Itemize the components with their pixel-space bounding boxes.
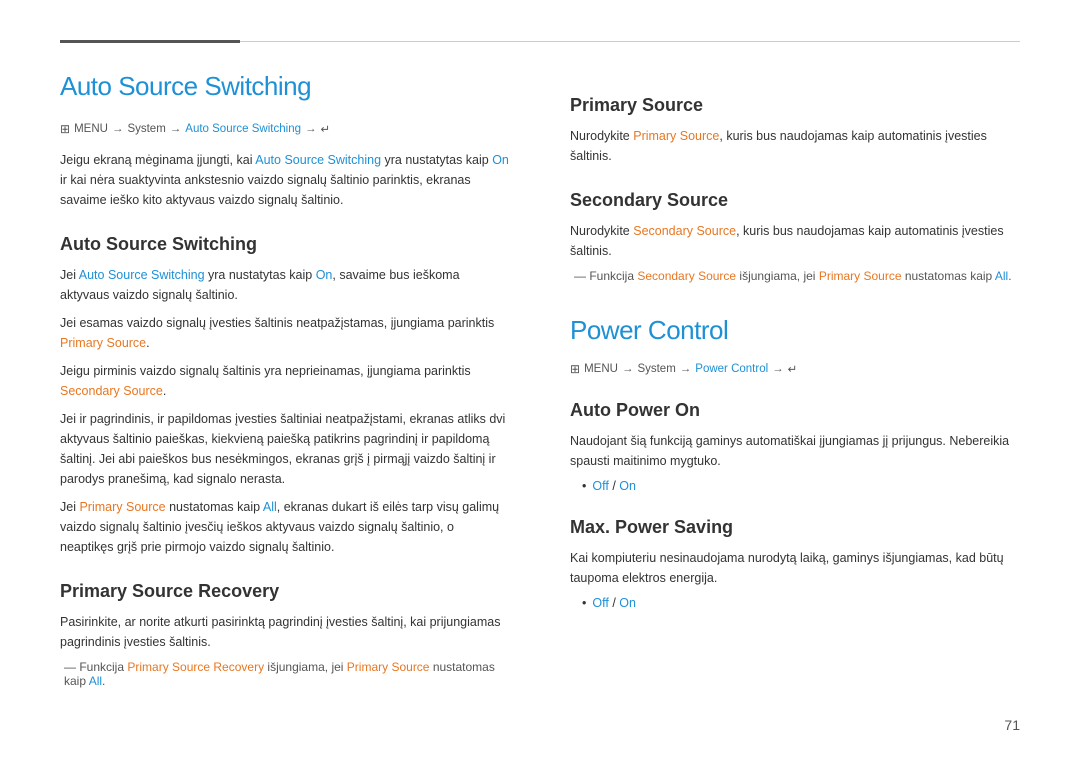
primary-source-link: Primary Source (633, 129, 719, 143)
auto-link-primary2: Primary Source (79, 500, 165, 514)
auto-link1: Auto Source Switching (79, 268, 205, 282)
col-left: Auto Source Switching ⊞ MENU → System → … (60, 71, 510, 723)
intro-link-auto: Auto Source Switching (255, 153, 381, 167)
secondary-link1: Secondary Source (637, 269, 736, 283)
secondary-source-para1: Nurodykite Secondary Source, kuris bus n… (570, 221, 1020, 261)
max-power-saving-list: Off / On (582, 596, 1020, 610)
page-container: Auto Source Switching ⊞ MENU → System → … (0, 0, 1080, 763)
divider-dark (60, 40, 240, 43)
auto-power-on-bullet: Off / On (582, 479, 1020, 493)
primary-recovery-para1: Pasirinkite, ar norite atkurti pasirinkt… (60, 612, 510, 652)
auto-link-all1: All (263, 500, 277, 514)
menu-icon-right: ⊞ (570, 362, 580, 376)
max-power-saving-para1: Kai kompiuteriu nesinaudojama nurodytą l… (570, 548, 1020, 588)
primary-source-para1: Nurodykite Primary Source, kuris bus nau… (570, 126, 1020, 166)
recovery-link1: Primary Source Recovery (127, 660, 264, 674)
secondary-source-heading: Secondary Source (570, 190, 1020, 211)
max-power-saving-bullet: Off / On (582, 596, 1020, 610)
menu-path-left: ⊞ MENU → System → Auto Source Switching … (60, 122, 510, 136)
auto-para3: Jeigu pirminis vaizdo signalų šaltinis y… (60, 361, 510, 401)
menu-enter-left: ↵ (320, 122, 330, 136)
power-control-heading: Power Control (570, 315, 1020, 346)
primary-source-section: Primary Source Nurodykite Primary Source… (570, 95, 1020, 166)
max-power-on-link: On (619, 596, 636, 610)
auto-link-primary1: Primary Source (60, 336, 146, 350)
auto-power-on-heading: Auto Power On (570, 400, 1020, 421)
auto-para1: Jei Auto Source Switching yra nustatytas… (60, 265, 510, 305)
max-power-off-link: Off (592, 596, 608, 610)
auto-para2: Jei esamas vaizdo signalų įvesties šalti… (60, 313, 510, 353)
secondary-source-link: Secondary Source (633, 224, 736, 238)
auto-source-heading: Auto Source Switching (60, 234, 510, 255)
auto-power-on-para1: Naudojant šią funkciją gaminys automatiš… (570, 431, 1020, 471)
menu-icon-left: ⊞ (60, 122, 70, 136)
secondary-link2: Primary Source (819, 269, 902, 283)
secondary-source-note: ― Funkcija Secondary Source išjungiama, … (570, 269, 1020, 283)
top-dividers (60, 40, 1020, 43)
auto-para4: Jei ir pagrindinis, ir papildomas įvesti… (60, 409, 510, 489)
menu-link-right: Power Control (695, 363, 768, 375)
auto-power-off-link: Off (592, 479, 608, 493)
secondary-source-section: Secondary Source Nurodykite Secondary So… (570, 190, 1020, 283)
primary-recovery-heading: Primary Source Recovery (60, 581, 510, 602)
col-right: Primary Source Nurodykite Primary Source… (570, 71, 1020, 723)
max-power-saving-heading: Max. Power Saving (570, 517, 1020, 538)
menu-path-right: ⊞ MENU → System → Power Control → ↵ (570, 362, 1020, 376)
columns: Auto Source Switching ⊞ MENU → System → … (60, 71, 1020, 723)
primary-source-heading: Primary Source (570, 95, 1020, 116)
recovery-link2: Primary Source (347, 660, 430, 674)
auto-link-on1: On (316, 268, 333, 282)
menu-link-left: Auto Source Switching (185, 123, 301, 135)
secondary-link-all: All (995, 269, 1008, 283)
intro-link-on: On (492, 153, 509, 167)
power-control-section: Power Control ⊞ MENU → System → Power Co… (570, 315, 1020, 610)
divider-light (240, 41, 1020, 42)
menu-system-left: System (127, 123, 165, 135)
auto-power-on-link: On (619, 479, 636, 493)
intro-text: Jeigu ekraną mėginama įjungti, kai Auto … (60, 150, 510, 210)
page-number: 71 (1004, 717, 1020, 733)
auto-power-on-list: Off / On (582, 479, 1020, 493)
menu-enter-right: ↵ (788, 362, 798, 376)
menu-text-left: MENU (74, 123, 108, 135)
primary-recovery-note: ― Funkcija Primary Source Recovery išjun… (60, 660, 510, 688)
main-heading: Auto Source Switching (60, 71, 510, 102)
auto-link-secondary1: Secondary Source (60, 384, 163, 398)
menu-system-right: System (637, 363, 675, 375)
menu-text-right: MENU (584, 363, 618, 375)
auto-para5: Jei Primary Source nustatomas kaip All, … (60, 497, 510, 557)
recovery-link-all: All (89, 674, 102, 688)
